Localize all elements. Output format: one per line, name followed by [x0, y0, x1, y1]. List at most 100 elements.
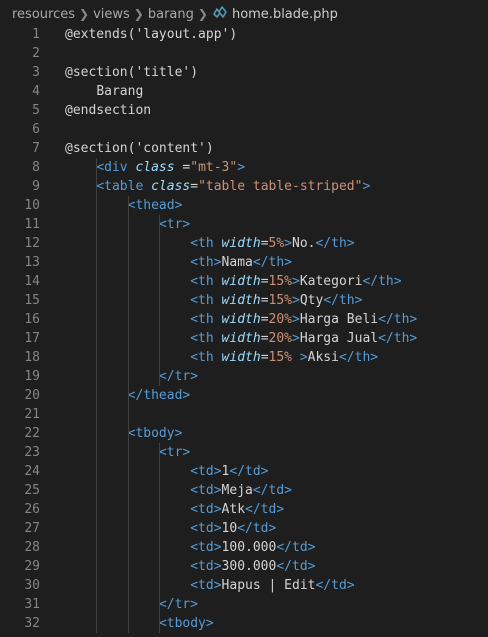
code-line[interactable]: 26 <td>Atk</td>: [0, 500, 488, 519]
code-token: Barang: [96, 84, 144, 99]
code-token: </th>: [362, 274, 402, 289]
code-token: Nama: [221, 255, 253, 270]
code-token: @extends('layout.app'): [65, 27, 238, 42]
line-number: 2: [32, 46, 40, 61]
line-number: 11: [24, 217, 40, 232]
code-line[interactable]: 9 <table class="table table-striped">: [0, 177, 488, 196]
code-line[interactable]: 28 <td>100.000</td>: [0, 538, 488, 557]
code-token: <th>: [190, 255, 222, 270]
code-line[interactable]: 10 <thead>: [0, 196, 488, 215]
code-token: =: [174, 160, 191, 175]
code-token: </thead>: [127, 388, 191, 403]
code-line[interactable]: 2: [0, 44, 488, 63]
code-line[interactable]: 12 <th width=5%>No.</th>: [0, 234, 488, 253]
code-line[interactable]: 23 <tr>: [0, 443, 488, 462]
line-number: 24: [24, 464, 40, 479]
code-content: <thead>: [65, 196, 183, 215]
code-token: =: [260, 350, 269, 365]
code-token: <th: [190, 331, 222, 346]
breadcrumb-item-barang[interactable]: barang: [148, 7, 194, 22]
breadcrumb-item-views[interactable]: views: [93, 7, 130, 22]
code-content: <th width=20%>Harga Beli</th>: [65, 310, 417, 329]
code-token: </tr>: [158, 597, 199, 612]
line-number: 28: [24, 540, 40, 555]
breadcrumb: resources ❯ views ❯ barang ❯ home.blade.…: [0, 0, 488, 28]
code-token: </th>: [252, 255, 292, 270]
code-line[interactable]: 5 @endsection: [0, 101, 488, 120]
code-token: width: [221, 331, 261, 346]
code-token: =: [260, 312, 269, 327]
code-token: </tr>: [158, 369, 199, 384]
code-content: <th width=5%>No.</th>: [65, 234, 354, 253]
code-token: class: [151, 179, 191, 194]
line-number: 23: [24, 445, 40, 460]
code-line[interactable]: 7 @section('content'): [0, 139, 488, 158]
code-line[interactable]: 24 <td>1</td>: [0, 462, 488, 481]
line-number: 8: [32, 160, 40, 175]
code-token: </td>: [315, 578, 355, 593]
code-token: <td>: [190, 521, 222, 536]
code-token: </td>: [237, 521, 277, 536]
line-number: 21: [24, 407, 40, 422]
code-token: <td>: [190, 578, 222, 593]
line-number: 17: [24, 331, 40, 346]
code-line[interactable]: 1 @extends('layout.app'): [0, 25, 488, 44]
line-number: 30: [24, 578, 40, 593]
line-number: 3: [32, 65, 40, 80]
code-line[interactable]: 11 <tr>: [0, 215, 488, 234]
code-line[interactable]: 21: [0, 405, 488, 424]
code-token: 10: [221, 521, 238, 536]
code-line[interactable]: 16 <th width=20%>Harga Beli</th>: [0, 310, 488, 329]
code-line[interactable]: 8 <div class ="mt-3">: [0, 158, 488, 177]
code-token: 15%: [268, 274, 292, 289]
code-token: <div: [96, 160, 136, 175]
code-token: <td>: [190, 464, 222, 479]
code-token: <th: [190, 236, 222, 251]
code-line[interactable]: 20 </thead>: [0, 386, 488, 405]
code-line[interactable]: 15 <th width=15%>Qty</th>: [0, 291, 488, 310]
code-token: <th: [190, 350, 222, 365]
code-content: <table class="table table-striped">: [65, 177, 370, 196]
code-line[interactable]: 27 <td>10</td>: [0, 519, 488, 538]
code-token: >: [362, 179, 371, 194]
code-token: 20%: [268, 331, 292, 346]
code-line[interactable]: 25 <td>Meja</td>: [0, 481, 488, 500]
code-token: Kategori: [299, 274, 363, 289]
code-token: =: [260, 274, 269, 289]
code-line[interactable]: 4 Barang: [0, 82, 488, 101]
code-line[interactable]: 6: [0, 120, 488, 139]
code-line[interactable]: 13 <th>Nama</th>: [0, 253, 488, 272]
code-token: </th>: [323, 293, 363, 308]
code-token: Harga Beli: [299, 312, 379, 327]
code-editor[interactable]: 1 @extends('layout.app') 2 3 @section('title…: [0, 25, 488, 633]
code-token: Aksi: [307, 350, 339, 365]
code-token: <tr>: [158, 217, 191, 232]
breadcrumb-item-resources[interactable]: resources: [12, 7, 75, 22]
code-line[interactable]: 31 </tr>: [0, 595, 488, 614]
chevron-right-icon: ❯: [79, 7, 90, 21]
code-token: 300.000: [221, 559, 277, 574]
code-token: <td>: [190, 483, 222, 498]
line-number: 9: [32, 179, 40, 194]
code-content: @section('content'): [65, 139, 214, 158]
code-line[interactable]: 17 <th width=20%>Harga Jual</th>: [0, 329, 488, 348]
blade-file-icon: [213, 6, 227, 22]
line-number: 29: [24, 559, 40, 574]
line-number: 25: [24, 483, 40, 498]
code-token: Hapus | Edit: [221, 578, 316, 593]
code-line[interactable]: 18 <th width=15% >Aksi</th>: [0, 348, 488, 367]
code-line[interactable]: 30 <td>Hapus | Edit</td>: [0, 576, 488, 595]
code-line[interactable]: 3 @section('title'): [0, 63, 488, 82]
indent-guide: [127, 196, 129, 633]
code-token: >: [284, 236, 292, 251]
code-token: <td>: [190, 502, 222, 517]
code-line[interactable]: 14 <th width=15%>Kategori</th>: [0, 272, 488, 291]
code-token: Meja: [221, 483, 253, 498]
code-line[interactable]: 19 </tr>: [0, 367, 488, 386]
code-line[interactable]: 22 <tbody>: [0, 424, 488, 443]
breadcrumb-item-file[interactable]: home.blade.php: [232, 7, 338, 22]
code-token: Atk: [221, 502, 246, 517]
code-line[interactable]: 32 <tbody>: [0, 614, 488, 633]
code-line[interactable]: 29 <td>300.000</td>: [0, 557, 488, 576]
code-token: Harga Jual: [299, 331, 379, 346]
